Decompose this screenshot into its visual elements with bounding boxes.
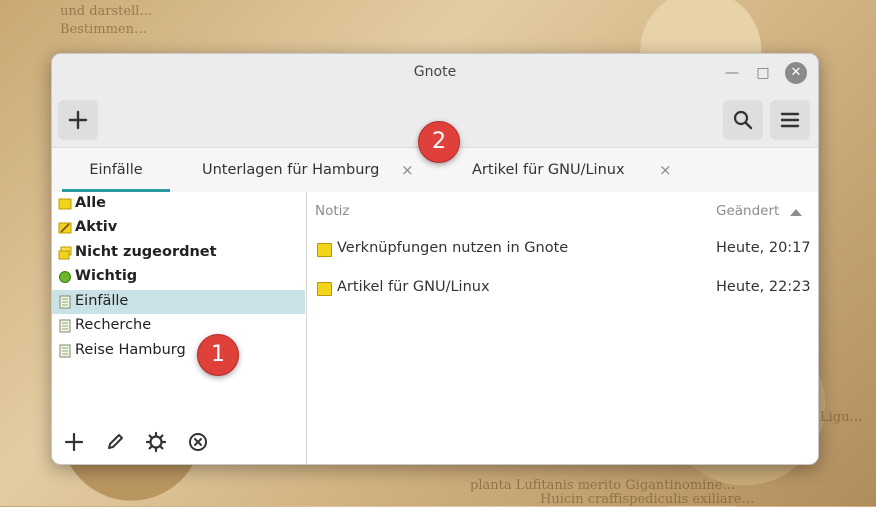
sidebar-item-label: Reise Hamburg bbox=[75, 342, 186, 358]
note-date: Heute, 20:17 bbox=[716, 240, 811, 256]
sidebar-item-aktiv[interactable]: Aktiv bbox=[52, 216, 305, 240]
tab-einfaelle[interactable]: Einfälle bbox=[62, 148, 170, 192]
sidebar-item-reise-hamburg[interactable]: Reise Hamburg bbox=[52, 339, 305, 363]
sidebar-item-label: Wichtig bbox=[75, 268, 138, 284]
window-title: Gnote bbox=[413, 64, 457, 80]
tab-close-icon[interactable]: × bbox=[401, 148, 414, 192]
notebook-sidebar: Alle Aktiv Nicht zugeordnet Wichtig Einf… bbox=[52, 192, 307, 464]
sidebar-item-recherche[interactable]: Recherche bbox=[52, 314, 305, 338]
notebook-icon bbox=[59, 295, 71, 309]
sidebar-item-nicht-zugeordnet[interactable]: Nicht zugeordnet bbox=[52, 241, 305, 265]
all-notes-icon bbox=[58, 198, 72, 210]
sidebar-item-label: Alle bbox=[75, 195, 106, 211]
note-icon bbox=[317, 282, 332, 296]
note-date: Heute, 22:23 bbox=[716, 279, 811, 295]
wallpaper-text: Bestimmen… bbox=[60, 22, 148, 37]
wallpaper-text: Ligu… bbox=[820, 410, 863, 425]
wallpaper-text: und darstell… bbox=[60, 4, 153, 19]
active-notes-icon bbox=[58, 222, 72, 234]
notebook-icon bbox=[59, 344, 71, 358]
column-header-notiz[interactable]: Notiz bbox=[315, 203, 350, 219]
column-header-geaendert[interactable]: Geändert bbox=[716, 203, 779, 219]
main-menu-button[interactable] bbox=[770, 100, 810, 140]
sidebar-item-alle[interactable]: Alle bbox=[52, 192, 305, 216]
note-row[interactable]: Verknüpfungen nutzen in Gnote Heute, 20:… bbox=[307, 230, 818, 268]
plus-icon bbox=[68, 110, 88, 130]
annotation-badge-2: 2 bbox=[418, 121, 460, 163]
tab-artikel-gnu-linux[interactable]: Artikel für GNU/Linux bbox=[472, 148, 625, 192]
settings-icon[interactable] bbox=[144, 430, 168, 454]
note-title: Artikel für GNU/Linux bbox=[337, 279, 490, 295]
title-bar: Gnote — □ ✕ bbox=[52, 54, 818, 92]
add-notebook-icon[interactable] bbox=[62, 430, 86, 454]
sidebar-item-label: Aktiv bbox=[75, 219, 118, 235]
gnote-window: Gnote — □ ✕ Einfälle Unterlagen für Hamb… bbox=[51, 53, 819, 465]
important-notes-icon bbox=[59, 271, 71, 283]
notebook-icon bbox=[59, 319, 71, 333]
unfiled-notes-icon bbox=[58, 246, 72, 260]
hamburger-menu-icon bbox=[780, 112, 800, 128]
search-button[interactable] bbox=[723, 100, 763, 140]
sidebar-item-label: Nicht zugeordnet bbox=[75, 244, 217, 260]
tab-label: Artikel für GNU/Linux bbox=[472, 162, 625, 178]
sidebar-item-einfaelle[interactable]: Einfälle bbox=[52, 290, 305, 314]
wallpaper-text: Huicin craffispediculis exiliare… bbox=[540, 492, 755, 507]
note-title: Verknüpfungen nutzen in Gnote bbox=[337, 240, 569, 256]
tab-label: Einfälle bbox=[89, 162, 143, 178]
new-note-button[interactable] bbox=[58, 100, 98, 140]
delete-icon[interactable] bbox=[186, 430, 210, 454]
note-icon bbox=[317, 243, 332, 257]
sidebar-item-label: Recherche bbox=[75, 317, 152, 333]
sort-ascending-icon bbox=[790, 209, 802, 216]
sidebar-item-label: Einfälle bbox=[75, 293, 129, 309]
sidebar-item-wichtig[interactable]: Wichtig bbox=[52, 265, 305, 289]
wallpaper-text: planta Lufitanis merito Gigantinomine… bbox=[470, 478, 736, 493]
annotation-badge-1: 1 bbox=[197, 334, 239, 376]
tab-unterlagen-hamburg[interactable]: Unterlagen für Hamburg bbox=[202, 148, 379, 192]
tab-label: Unterlagen für Hamburg bbox=[202, 162, 380, 178]
note-list: Notiz Geändert Verknüpfungen nutzen in G… bbox=[307, 192, 818, 464]
edit-icon[interactable] bbox=[103, 430, 127, 454]
search-icon bbox=[733, 110, 753, 130]
minimize-button[interactable]: — bbox=[722, 63, 742, 83]
close-button[interactable]: ✕ bbox=[785, 62, 807, 84]
tab-close-icon[interactable]: × bbox=[659, 148, 672, 192]
note-row[interactable]: Artikel für GNU/Linux Heute, 22:23 bbox=[307, 269, 818, 307]
maximize-button[interactable]: □ bbox=[753, 63, 773, 83]
